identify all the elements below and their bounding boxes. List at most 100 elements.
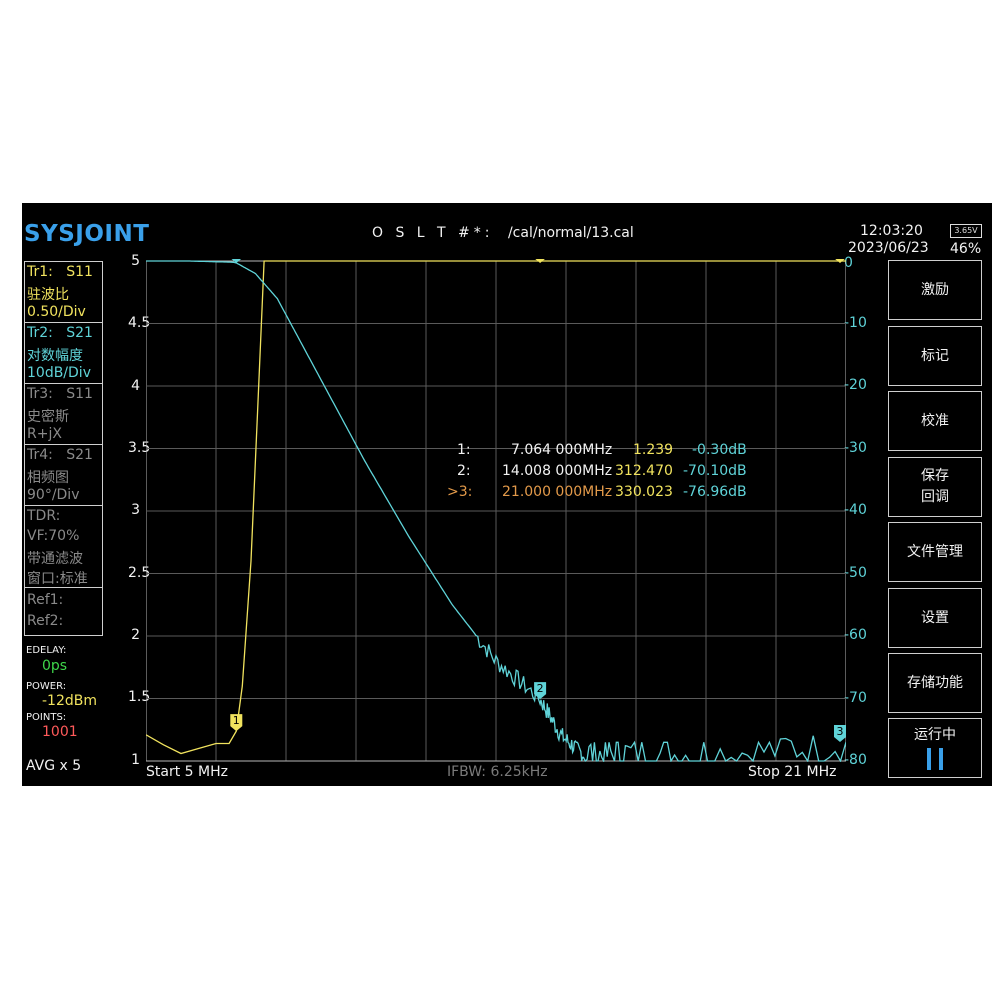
- file-manager-button[interactable]: 文件管理: [888, 522, 982, 582]
- svg-text:1: 1: [233, 714, 240, 727]
- marker3-swr: 330.023: [615, 484, 673, 500]
- left-tick: 2.5: [128, 565, 151, 581]
- battery-percent: 46%: [950, 241, 982, 257]
- start-frequency[interactable]: Start 5 MHz: [146, 764, 228, 780]
- trace-panel: Tr1: S11 驻波比 0.50/Div Tr2: S21 对数幅度 10dB…: [24, 261, 103, 636]
- cal-file-path: /cal/normal/13.cal: [507, 225, 634, 241]
- tdr-window: 窗口:标准: [27, 571, 88, 587]
- settings-button[interactable]: 设置: [888, 588, 982, 648]
- marker3-db: -76.96dB: [683, 484, 747, 500]
- trace-name: Tr1:: [27, 264, 53, 280]
- clock-date: 2023/06/23: [848, 240, 929, 256]
- measurement-chart[interactable]: 123123: [146, 259, 846, 762]
- trace2-format: 对数幅度: [27, 348, 83, 364]
- trace1-scale: 0.50/Div: [27, 304, 86, 320]
- trace1-format: 驻波比: [27, 287, 69, 303]
- clock-time: 12:03:20: [860, 223, 923, 239]
- marker2-db: -70.10dB: [683, 463, 747, 479]
- points-value[interactable]: 1001: [42, 724, 78, 740]
- cal-label: O S L T #*:: [372, 225, 494, 241]
- stop-frequency[interactable]: Stop 21 MHz: [748, 764, 837, 780]
- run-status-label: 运行中: [914, 726, 956, 743]
- marker3-freq: 21.000 000MHz: [502, 484, 613, 500]
- divider: [25, 322, 102, 323]
- trace-param: S21: [66, 447, 93, 463]
- divider: [25, 505, 102, 506]
- right-tick: -40: [844, 502, 867, 518]
- left-tick: 3: [131, 502, 140, 518]
- save-recall-button[interactable]: 保存 回调: [888, 457, 982, 517]
- right-tick: -70: [844, 690, 867, 706]
- left-tick: 1.5: [128, 689, 151, 705]
- marker2-freq: 14.008 000MHz: [502, 463, 613, 479]
- edelay-value[interactable]: 0ps: [42, 658, 67, 674]
- ref2-label[interactable]: Ref2:: [27, 613, 63, 629]
- marker-1-swr-tag: 1: [230, 714, 243, 732]
- tdr-mode: 带通滤波: [27, 551, 83, 567]
- analyzer-screen: SYSJOINT O S L T #*: /cal/normal/13.cal …: [22, 203, 992, 786]
- pause-icon: [927, 747, 943, 770]
- calibration-status: O S L T #*: /cal/normal/13.cal: [372, 225, 634, 241]
- trace4-scale: 90°/Div: [27, 487, 80, 503]
- chart-grid: [146, 260, 846, 762]
- run-status-button[interactable]: 运行中: [888, 718, 982, 778]
- tdr-vf: VF:70%: [27, 528, 80, 544]
- trace4-header[interactable]: Tr4: S21: [27, 447, 93, 463]
- edelay-label: EDELAY:: [26, 645, 67, 656]
- right-tick: -80: [844, 752, 867, 768]
- recall-label: 回调: [921, 489, 949, 505]
- marker3-id: >3:: [447, 484, 473, 500]
- storage-button[interactable]: 存储功能: [888, 653, 982, 713]
- trace3-scale: R+jX: [27, 426, 62, 442]
- ref1-label[interactable]: Ref1:: [27, 592, 63, 608]
- marker1-swr: 1.239: [633, 442, 674, 458]
- left-tick: 4: [131, 378, 140, 394]
- marker1-db: -0.30dB: [692, 442, 747, 458]
- divider: [25, 444, 102, 445]
- right-tick: -10: [844, 315, 867, 331]
- brand-logo: SYSJOINT: [24, 221, 150, 247]
- marker2-id: 2:: [457, 463, 471, 479]
- trace2-header[interactable]: Tr2: S21: [27, 325, 93, 341]
- marker-2-logmag-tag: 2: [534, 682, 547, 700]
- right-tick: -50: [844, 565, 867, 581]
- trace3-format: 史密斯: [27, 409, 69, 425]
- power-value[interactable]: -12dBm: [42, 693, 97, 709]
- battery-icon: 3.65V: [950, 224, 982, 238]
- marker-3-logmag-tag: 3: [834, 725, 846, 742]
- left-tick: 1: [131, 752, 140, 768]
- trace-param: S21: [66, 325, 93, 341]
- calibration-button[interactable]: 校准: [888, 391, 982, 451]
- trace-param: S11: [66, 386, 93, 402]
- trace-name: Tr3:: [27, 386, 53, 402]
- trace2-scale: 10dB/Div: [27, 365, 91, 381]
- power-label: POWER:: [26, 681, 67, 692]
- trace-param: S11: [66, 264, 93, 280]
- marker1-freq: 7.064 000MHz: [511, 442, 613, 458]
- right-tick: -60: [844, 627, 867, 643]
- trace-name: Tr4:: [27, 447, 53, 463]
- left-tick: 4.5: [128, 315, 151, 331]
- trace-name: Tr2:: [27, 325, 53, 341]
- marker1-id: 1:: [457, 442, 471, 458]
- svg-text:3: 3: [837, 725, 844, 738]
- stimulus-button[interactable]: 激励: [888, 260, 982, 320]
- divider: [25, 587, 102, 588]
- tdr-label[interactable]: TDR:: [27, 508, 60, 524]
- left-tick: 2: [131, 627, 140, 643]
- trace1-header[interactable]: Tr1: S11: [27, 264, 93, 280]
- points-label: POINTS:: [26, 712, 67, 723]
- divider: [25, 383, 102, 384]
- marker-button[interactable]: 标记: [888, 326, 982, 386]
- chart-markers: 123123: [230, 259, 846, 742]
- trace3-header[interactable]: Tr3: S11: [27, 386, 93, 402]
- ifbw-value: IFBW: 6.25kHz: [447, 764, 548, 780]
- left-tick: 3.5: [128, 440, 151, 456]
- trace4-format: 相频图: [27, 470, 69, 486]
- svg-text:2: 2: [537, 682, 544, 695]
- averaging-status: AVG x 5: [26, 758, 82, 774]
- save-label: 保存: [921, 468, 949, 484]
- right-tick: -30: [844, 440, 867, 456]
- right-tick: -20: [844, 377, 867, 393]
- marker2-swr: 312.470: [615, 463, 673, 479]
